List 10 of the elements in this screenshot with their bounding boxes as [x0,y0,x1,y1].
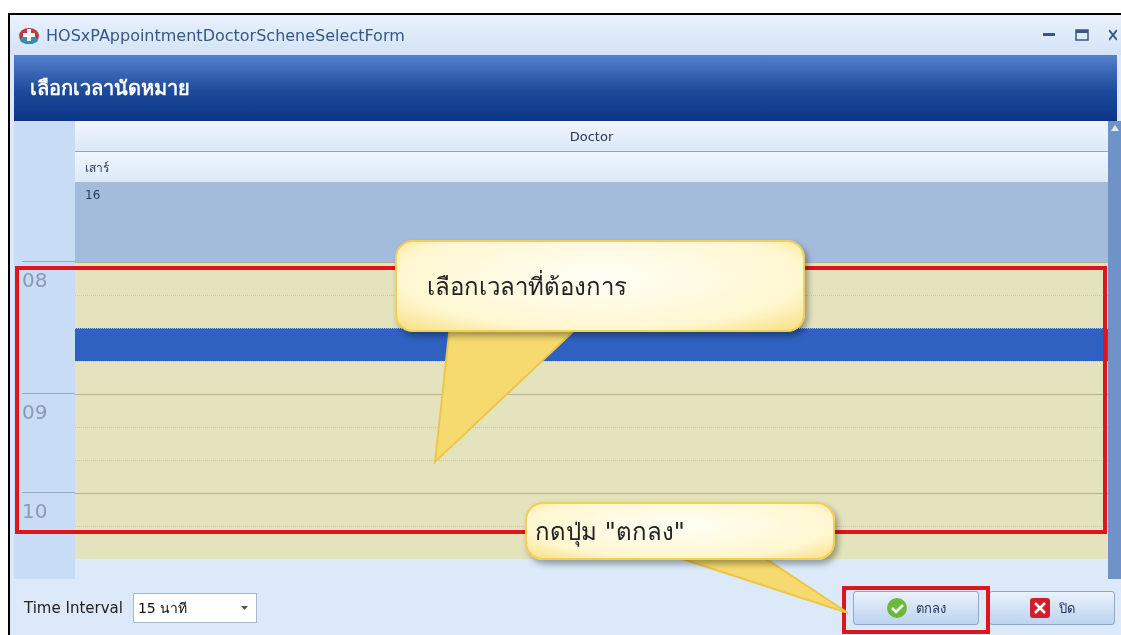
window-title: HOSxPAppointmentDoctorScheneSelectForm [46,25,406,45]
hour-label: 10 [22,499,48,523]
date-label: 16 [85,188,101,202]
header-title: เลือกเวลานัดหมาย [30,75,190,102]
hour-label: 09 [22,400,48,424]
hour-label: 08 [22,268,48,292]
interval-label: Time Interval [24,599,123,617]
resource-header: Doctor [75,121,1108,152]
callout-tooltip: เลือกเวลาที่ต้องการ [395,240,805,332]
callout-tooltip: กดปุ่ม "ตกลง" [525,502,835,560]
